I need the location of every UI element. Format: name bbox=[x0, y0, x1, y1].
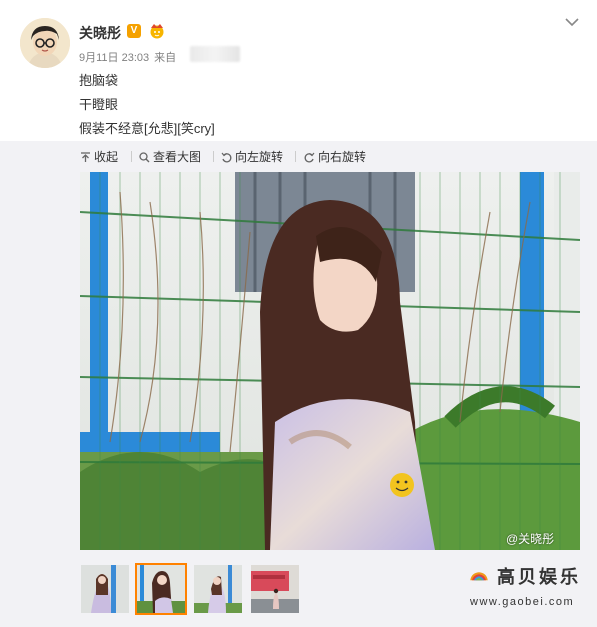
post-text-line-1: 抱脑袋 bbox=[79, 73, 119, 88]
thumbnail-3[interactable] bbox=[194, 565, 242, 613]
rotate-left-label: 向左旋转 bbox=[235, 150, 284, 164]
verified-badge: V bbox=[127, 24, 141, 38]
thumbnail-4[interactable] bbox=[251, 565, 299, 613]
rotate-left-icon bbox=[221, 152, 232, 163]
collapse-icon bbox=[81, 152, 90, 162]
site-url: www.gaobei.com bbox=[470, 596, 575, 608]
search-icon bbox=[139, 152, 150, 163]
vip-crown-icon bbox=[150, 24, 164, 39]
rotate-right-label: 向右旋转 bbox=[318, 150, 367, 164]
post-text-line-3: 假装不经意[允悲][笑cry] bbox=[79, 121, 215, 136]
toolbar-divider bbox=[131, 151, 132, 162]
source-blurred bbox=[190, 46, 240, 62]
toolbar-divider bbox=[295, 151, 296, 162]
photo-watermark: @关晓彤 bbox=[506, 532, 555, 546]
rotate-right-button[interactable]: 向右旋转 bbox=[304, 150, 366, 164]
post-text-line-2: 干瞪眼 bbox=[79, 97, 119, 112]
toolbar-divider bbox=[213, 151, 214, 162]
username[interactable]: 关晓彤 bbox=[79, 23, 121, 43]
rotate-left-button[interactable]: 向左旋转 bbox=[221, 150, 283, 164]
site-logo-text: 高贝娱乐 bbox=[497, 567, 581, 588]
source-label: 来自 bbox=[154, 52, 177, 64]
thumbnail-2[interactable] bbox=[135, 563, 187, 615]
main-photo[interactable] bbox=[80, 172, 580, 550]
collapse-label: 收起 bbox=[94, 150, 119, 164]
avatar[interactable] bbox=[20, 18, 70, 68]
post-meta: 9月11日 23:03 来自 bbox=[79, 49, 181, 65]
view-large-button[interactable]: 查看大图 bbox=[139, 150, 201, 164]
site-logo-icon bbox=[470, 572, 488, 581]
collapse-button[interactable]: 收起 bbox=[80, 150, 118, 164]
chevron-down-icon[interactable] bbox=[564, 16, 580, 28]
rotate-right-icon bbox=[304, 152, 315, 163]
post-date[interactable]: 9月11日 23:03 bbox=[79, 52, 149, 64]
view-large-label: 查看大图 bbox=[153, 150, 202, 164]
post-header: 关晓彤 V 9月11日 23:03 来自 抱脑袋 干瞪眼 假装不经意[允悲][笑c… bbox=[0, 0, 597, 140]
thumbnail-1[interactable] bbox=[81, 565, 129, 613]
